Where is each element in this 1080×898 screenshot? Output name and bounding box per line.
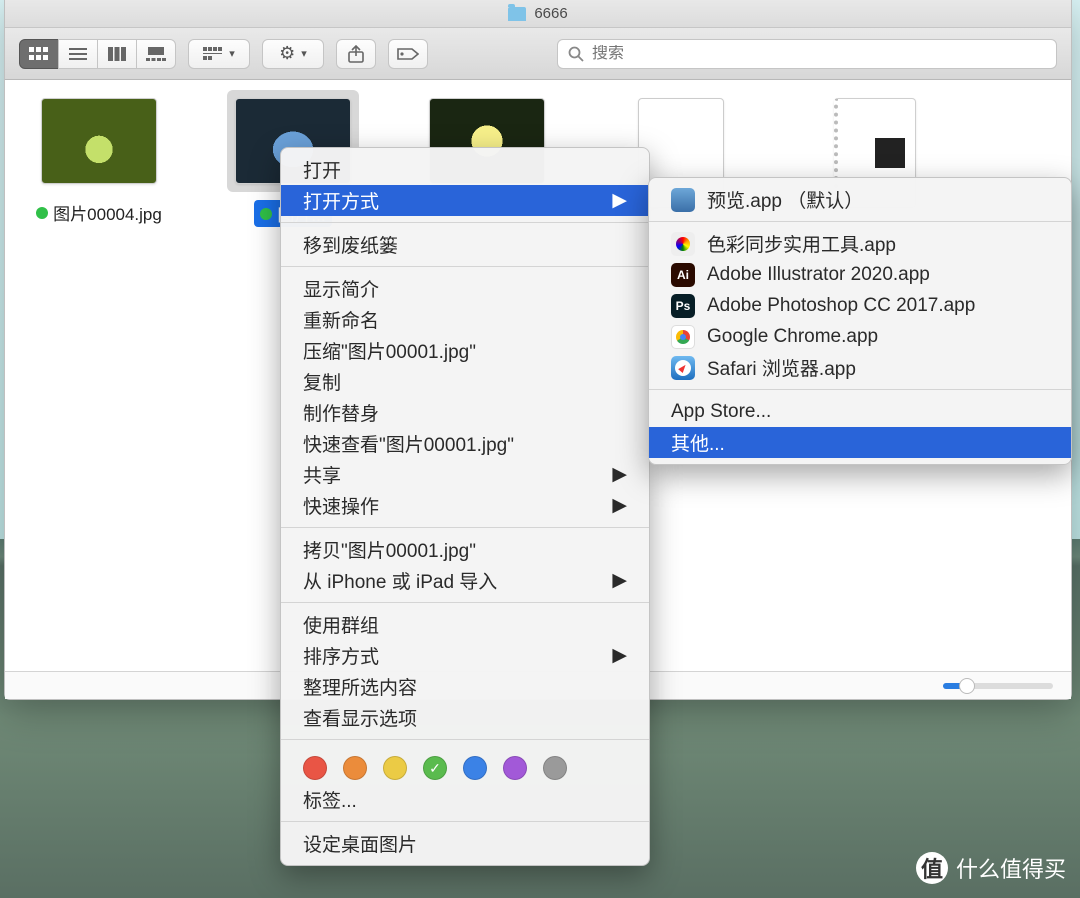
window-title: 6666 xyxy=(534,5,567,22)
menu-tag-colors xyxy=(281,746,649,784)
menu-get-info[interactable]: 显示简介 xyxy=(281,273,649,304)
submenu-arrow-icon: ▶ xyxy=(612,189,627,212)
columns-icon xyxy=(108,47,126,61)
menu-clean-up-selection[interactable]: 整理所选内容 xyxy=(281,671,649,702)
photoshop-app-icon: Ps xyxy=(671,294,695,318)
watermark-badge: 值 xyxy=(916,852,948,884)
submenu-arrow-icon: ▶ xyxy=(612,569,627,592)
menu-use-groups[interactable]: 使用群组 xyxy=(281,609,649,640)
search-icon xyxy=(568,46,584,62)
tag-red[interactable] xyxy=(303,756,327,780)
tag-button[interactable] xyxy=(388,39,428,69)
tag-icon xyxy=(397,47,419,61)
share-button[interactable] xyxy=(336,39,376,69)
app-preview[interactable]: 预览.app （默认） xyxy=(649,184,1071,215)
menu-duplicate[interactable]: 复制 xyxy=(281,366,649,397)
folder-icon xyxy=(508,7,526,21)
list-view-button[interactable] xyxy=(58,39,98,69)
share-control xyxy=(336,39,376,69)
menu-open[interactable]: 打开 xyxy=(281,154,649,185)
separator xyxy=(281,602,649,603)
menu-app-store[interactable]: App Store... xyxy=(649,396,1071,427)
tag-yellow[interactable] xyxy=(383,756,407,780)
menu-make-alias[interactable]: 制作替身 xyxy=(281,397,649,428)
separator xyxy=(281,821,649,822)
separator xyxy=(281,266,649,267)
app-safari[interactable]: Safari 浏览器.app xyxy=(649,352,1071,383)
app-chrome[interactable]: Google Chrome.app xyxy=(649,321,1071,352)
search-field[interactable] xyxy=(557,39,1057,69)
chevron-down-icon: ▾ xyxy=(301,47,307,60)
menu-set-desktop-picture[interactable]: 设定桌面图片 xyxy=(281,828,649,859)
tag-purple[interactable] xyxy=(503,756,527,780)
app-illustrator[interactable]: Ai Adobe Illustrator 2020.app xyxy=(649,259,1071,290)
menu-share[interactable]: 共享 ▶ xyxy=(281,459,649,490)
group-by-button[interactable]: ▾ xyxy=(188,39,250,69)
tag-green[interactable] xyxy=(423,756,447,780)
action-button[interactable]: ⚙︎ ▾ xyxy=(262,39,324,69)
file-thumbnail xyxy=(41,98,157,184)
submenu-arrow-icon: ▶ xyxy=(612,494,627,517)
list-icon xyxy=(69,47,87,61)
gallery-icon xyxy=(146,47,166,61)
group-icon xyxy=(203,47,223,61)
separator xyxy=(281,527,649,528)
separator xyxy=(281,739,649,740)
tag-control xyxy=(388,39,428,69)
context-menu: 打开 打开方式 ▶ 移到废纸篓 显示简介 重新命名 压缩"图片00001.jpg… xyxy=(280,147,650,866)
icon-size-slider[interactable] xyxy=(943,683,1053,689)
finder-toolbar: ▾ ⚙︎ ▾ xyxy=(5,28,1071,80)
separator xyxy=(281,222,649,223)
tag-dot-icon xyxy=(260,208,272,220)
column-view-button[interactable] xyxy=(97,39,137,69)
separator xyxy=(649,389,1071,390)
tag-dot-icon xyxy=(36,207,48,219)
submenu-arrow-icon: ▶ xyxy=(612,644,627,667)
menu-show-view-options[interactable]: 查看显示选项 xyxy=(281,702,649,733)
chevron-down-icon: ▾ xyxy=(229,47,235,60)
menu-rename[interactable]: 重新命名 xyxy=(281,304,649,335)
gallery-view-button[interactable] xyxy=(136,39,176,69)
watermark-text: 什么值得买 xyxy=(956,852,1066,884)
gear-icon: ⚙︎ xyxy=(279,43,295,64)
menu-copy[interactable]: 拷贝"图片00001.jpg" xyxy=(281,534,649,565)
separator xyxy=(649,221,1071,222)
tag-orange[interactable] xyxy=(343,756,367,780)
menu-open-with[interactable]: 打开方式 ▶ xyxy=(281,185,649,216)
watermark: 值 什么值得买 xyxy=(916,852,1066,884)
colorsync-app-icon xyxy=(671,232,695,256)
illustrator-app-icon: Ai xyxy=(671,263,695,287)
tag-gray[interactable] xyxy=(543,756,567,780)
app-photoshop[interactable]: Ps Adobe Photoshop CC 2017.app xyxy=(649,290,1071,321)
action-control: ⚙︎ ▾ xyxy=(262,39,324,69)
icon-view-button[interactable] xyxy=(19,39,59,69)
open-with-submenu: 预览.app （默认） 色彩同步实用工具.app Ai Adobe Illust… xyxy=(648,177,1072,465)
chrome-app-icon xyxy=(671,325,695,349)
preview-app-icon xyxy=(671,188,695,212)
app-colorsync[interactable]: 色彩同步实用工具.app xyxy=(649,228,1071,259)
grid-icon xyxy=(29,47,49,61)
search-input[interactable] xyxy=(592,45,1046,63)
view-mode-group xyxy=(19,39,176,69)
menu-quick-actions[interactable]: 快速操作 ▶ xyxy=(281,490,649,521)
menu-other[interactable]: 其他... xyxy=(649,427,1071,458)
menu-import-from[interactable]: 从 iPhone 或 iPad 导入 ▶ xyxy=(281,565,649,596)
window-titlebar[interactable]: 6666 xyxy=(5,0,1071,28)
group-by-control: ▾ xyxy=(188,39,250,69)
menu-sort-by[interactable]: 排序方式 ▶ xyxy=(281,640,649,671)
menu-quick-look[interactable]: 快速查看"图片00001.jpg" xyxy=(281,428,649,459)
submenu-arrow-icon: ▶ xyxy=(612,463,627,486)
file-item[interactable]: 图片00004.jpg xyxy=(15,90,183,225)
menu-tags[interactable]: 标签... xyxy=(281,784,649,815)
safari-app-icon xyxy=(671,356,695,380)
menu-move-to-trash[interactable]: 移到废纸篓 xyxy=(281,229,649,260)
share-icon xyxy=(347,45,365,63)
menu-compress[interactable]: 压缩"图片00001.jpg" xyxy=(281,335,649,366)
tag-blue[interactable] xyxy=(463,756,487,780)
file-name[interactable]: 图片00004.jpg xyxy=(36,200,162,225)
